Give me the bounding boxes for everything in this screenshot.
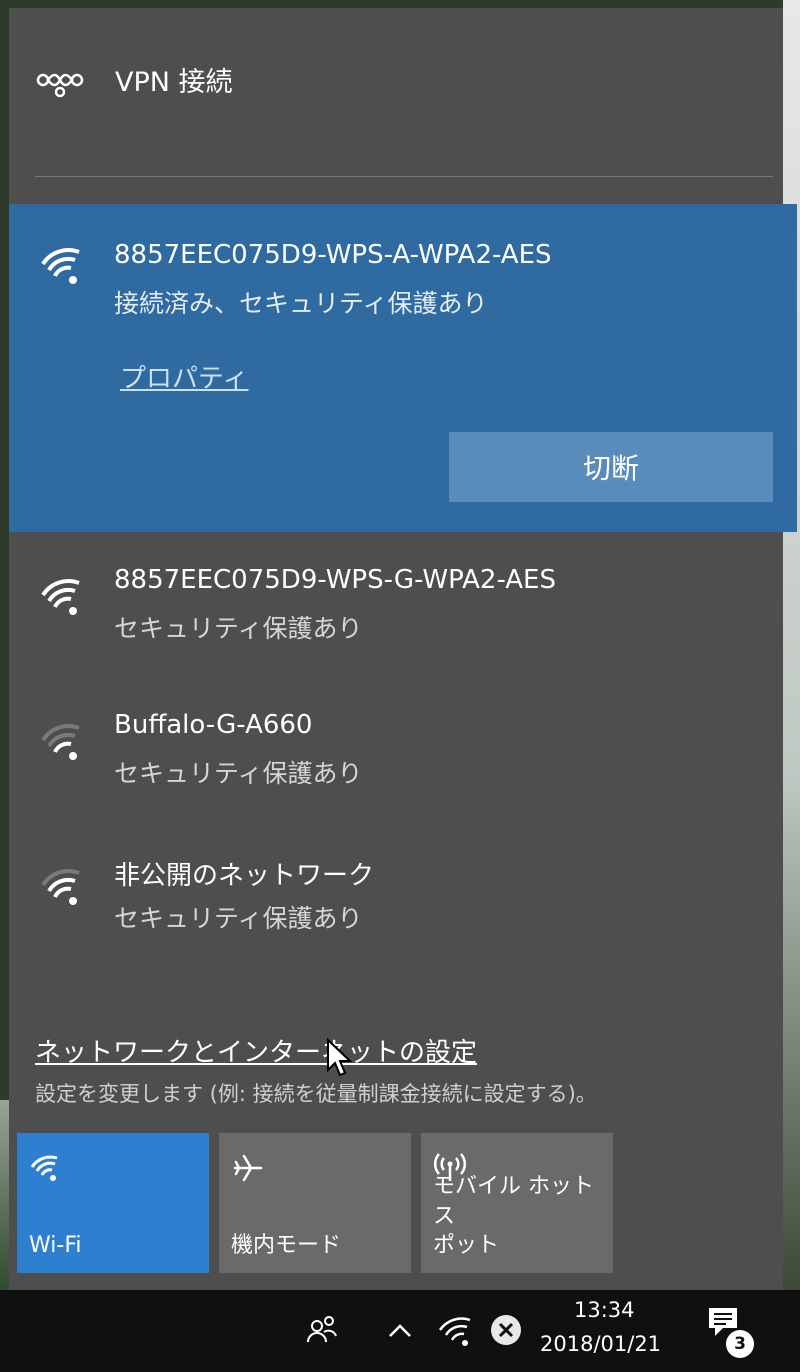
network-status: セキュリティ保護あり [114,759,363,788]
network-flyout: VPN 接続 8857EEC075D9-WPS-A-WPA2-AES 接続済み、… [9,8,797,1290]
people-icon[interactable] [302,1310,342,1350]
network-name: 非公開のネットワーク [114,861,375,891]
quick-action-label: 機内モード [231,1233,342,1259]
network-settings-description: 設定を変更します (例: 接続を従量制課金接続に設定する)。 [35,1082,597,1106]
properties-link[interactable]: プロパティ [120,358,248,395]
disconnect-button[interactable]: 切断 [449,432,773,502]
volume-muted-icon[interactable] [486,1310,526,1350]
notification-count-badge: 3 [726,1330,754,1358]
chevron-up-icon[interactable] [380,1310,420,1350]
clock-time[interactable]: 13:34 [574,1298,635,1322]
quick-action-airplane-mode[interactable]: 機内モード [219,1133,411,1273]
mouse-cursor-icon [327,1038,352,1077]
quick-action-mobile-hotspot[interactable]: モバイル ホットス ポット [421,1133,613,1273]
network-status: セキュリティ保護あり [114,904,363,933]
wifi-signal-icon [41,579,80,615]
airplane-icon [233,1154,263,1182]
desktop-background [783,0,800,1290]
wifi-signal-icon [41,724,80,760]
quick-action-wifi[interactable]: Wi-Fi [17,1133,209,1273]
network-status: セキュリティ保護あり [114,614,363,643]
network-item[interactable]: 8857EEC075D9-WPS-G-WPA2-AES セキュリティ保護あり [9,543,783,663]
wifi-icon[interactable] [436,1310,476,1350]
network-item[interactable]: Buffalo-G-A660 セキュリティ保護あり [9,688,783,808]
network-name: 8857EEC075D9-WPS-G-WPA2-AES [114,565,556,595]
quick-action-label: モバイル ホットス ポット [433,1173,594,1259]
taskbar: 13:34 2018/01/21 3 [0,1290,800,1372]
quick-action-label: Wi-Fi [29,1233,82,1259]
vpn-icon [36,73,84,98]
wifi-signal-icon [41,248,80,284]
wifi-signal-icon [41,869,80,905]
network-settings-link[interactable]: ネットワークとインターネットの設定 [35,1032,477,1069]
network-name: Buffalo-G-A660 [114,710,313,740]
network-name: 8857EEC075D9-WPS-A-WPA2-AES [114,240,552,270]
clock-date[interactable]: 2018/01/21 [540,1332,661,1356]
network-status: 接続済み、セキュリティ保護あり [114,289,488,318]
wifi-icon [30,1155,58,1181]
vpn-connection-item[interactable]: VPN 接続 [9,8,783,178]
vpn-label: VPN 接続 [115,67,233,98]
network-item[interactable]: 非公開のネットワーク セキュリティ保護あり [9,833,783,953]
divider [35,176,773,177]
